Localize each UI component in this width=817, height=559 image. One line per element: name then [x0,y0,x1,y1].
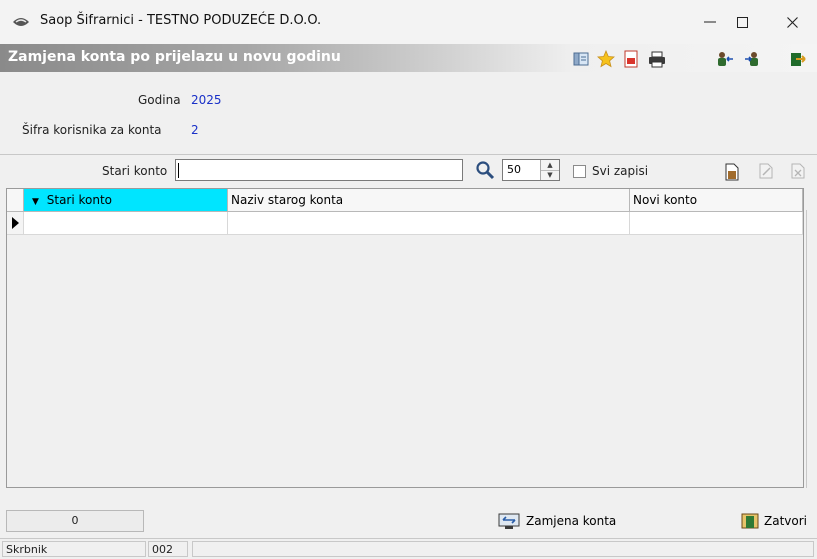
edit-document-icon[interactable] [758,163,774,179]
minimize-icon [704,21,716,23]
row-selector[interactable] [7,212,24,234]
sifra-korisnika-label: Šifra korisnika za konta [22,123,162,137]
text-caret [178,163,179,178]
status-code: 002 [148,541,188,557]
table-row[interactable] [7,212,803,235]
godina-label: Godina [138,93,181,107]
record-count: 0 [6,510,144,532]
eye-logo-icon [13,18,29,26]
star-icon[interactable] [597,50,615,68]
record-limit-value: 50 [507,163,521,176]
zatvori-button[interactable]: Zatvori [740,510,807,532]
current-row-arrow-icon [12,217,19,229]
exit-icon[interactable] [789,50,807,68]
zatvori-label: Zatvori [764,514,807,528]
delete-document-icon[interactable] [790,163,806,179]
tree-view-icon[interactable] [572,50,590,68]
form-title: Zamjena konta po prijelazu u novu godinu [8,49,341,65]
cell-stari-konto[interactable] [24,212,228,234]
row-selector-header [7,189,24,211]
maximize-button[interactable] [722,8,762,36]
cell-naziv[interactable] [228,212,630,234]
people-back-icon[interactable] [716,50,734,68]
godina-value: 2025 [191,93,222,107]
zamjena-konta-button[interactable]: Zamjena konta [498,510,616,532]
column-header-stari-konto[interactable]: ▼ Stari konto [24,189,228,211]
svi-zapisi-label: Svi zapisi [592,164,649,178]
data-grid[interactable]: ▼ Stari konto Naziv starog konta Novi ko… [6,188,804,488]
record-limit-stepper[interactable]: 50 ▲ ▼ [502,159,560,181]
column-header-novi-konto[interactable]: Novi konto [630,189,803,211]
window-title: Saop Šifrarnici - TESTNO PODUZEĆE D.O.O. [40,13,322,28]
sifra-korisnika-value: 2 [191,123,199,137]
printer-icon[interactable] [648,50,666,68]
maximize-icon [736,16,748,28]
close-icon [786,16,798,28]
pdf-icon[interactable] [622,50,640,68]
column-label: Stari konto [46,193,113,207]
cell-novi-konto[interactable] [630,212,803,234]
spin-buttons[interactable]: ▲ ▼ [540,160,559,180]
close-door-icon [741,513,759,529]
spin-down-icon[interactable]: ▼ [541,170,559,180]
stari-konto-label: Stari konto [102,164,168,178]
stari-konto-input[interactable] [175,159,463,181]
zamjena-konta-label: Zamjena konta [526,514,617,528]
grid-header: ▼ Stari konto Naziv starog konta Novi ko… [7,189,803,212]
sort-desc-icon: ▼ [32,197,39,207]
new-document-icon[interactable] [724,163,740,181]
status-user: Skrbnik [2,541,146,557]
svi-zapisi-checkbox[interactable] [573,165,586,178]
people-forward-icon[interactable] [744,50,762,68]
column-header-naziv[interactable]: Naziv starog konta [228,189,630,211]
vertical-scrollbar[interactable] [806,210,817,488]
close-button[interactable] [772,8,812,36]
status-message [192,541,814,557]
swap-accounts-icon [498,513,520,529]
search-icon[interactable] [475,160,495,180]
